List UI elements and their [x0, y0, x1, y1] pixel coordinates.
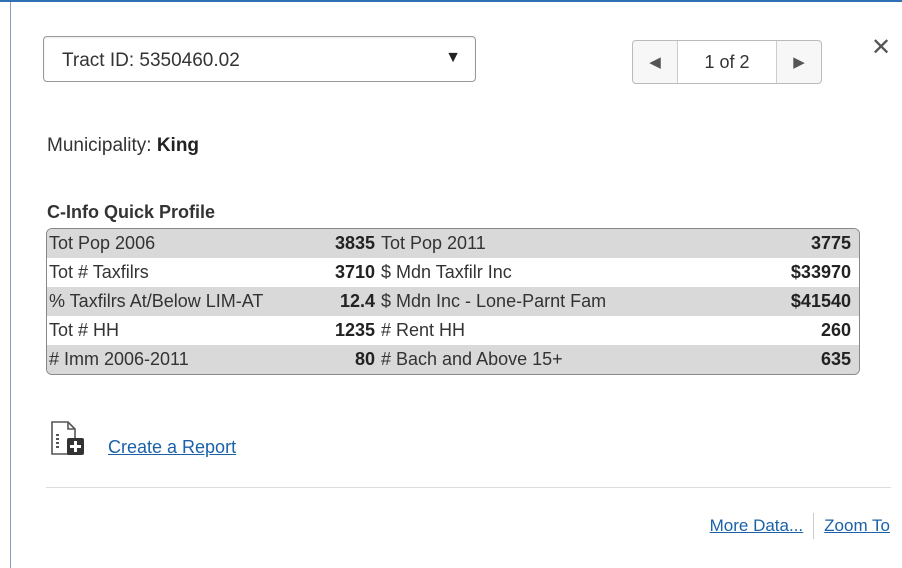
stat-value: 260 [820, 320, 851, 340]
previous-feature-button[interactable]: ◀ [633, 41, 677, 83]
more-data-link[interactable]: More Data... [710, 516, 804, 536]
stat-value: 635 [820, 349, 851, 369]
feature-count: 1 of 2 [677, 41, 777, 83]
create-report: Create a Report [48, 420, 236, 460]
table-row: % Taxfilrs At/Below LIM-AT 12.4 $ Mdn In… [47, 287, 859, 316]
pager: ◀ 1 of 2 ▶ [632, 40, 822, 84]
stat-label: $ Mdn Inc - Lone-Parnt Fam [381, 291, 607, 311]
dropdown-arrow-icon: ▼ [445, 49, 461, 66]
quick-profile-table: Tot Pop 2006 3835 Tot Pop 2011 3775 Tot … [46, 228, 860, 375]
table-row: Tot # Taxfilrs 3710 $ Mdn Taxfilr Inc $3… [47, 258, 859, 287]
stat-label: # Imm 2006-2011 [49, 349, 189, 369]
stat-value: 3710 [334, 262, 375, 282]
zoom-to-link[interactable]: Zoom To [824, 516, 890, 536]
stat-label: Tot # Taxfilrs [49, 262, 149, 282]
top-border [0, 0, 902, 2]
stat-label: Tot Pop 2011 [381, 233, 486, 253]
triangle-right-icon: ▶ [793, 54, 805, 71]
separator [813, 513, 815, 539]
table-row: Tot # HH 1235 # Rent HH 260 [47, 316, 859, 345]
stat-value: 3775 [810, 233, 851, 253]
municipality: Municipality: King [47, 135, 199, 157]
left-border [10, 2, 11, 568]
triangle-left-icon: ◀ [649, 54, 661, 71]
next-feature-button[interactable]: ▶ [777, 41, 821, 83]
stat-label: Tot Pop 2006 [49, 233, 156, 253]
stat-label: # Bach and Above 15+ [381, 349, 563, 369]
add-document-icon[interactable] [48, 420, 98, 460]
table-row: Tot Pop 2006 3835 Tot Pop 2011 3775 [47, 229, 859, 258]
stat-value: 3835 [334, 233, 375, 253]
municipality-label: Municipality: [47, 135, 152, 156]
stat-value: $41540 [790, 291, 851, 311]
create-report-link[interactable]: Create a Report [108, 437, 236, 458]
tract-id-select-value: Tract ID: 5350460.02 [62, 50, 240, 71]
divider [46, 487, 891, 488]
tract-id-select[interactable]: Tract ID: 5350460.02 ▼ [43, 36, 476, 82]
profile-title: C-Info Quick Profile [47, 202, 216, 222]
stat-value: 12.4 [339, 291, 375, 311]
table-row: # Imm 2006-2011 80 # Bach and Above 15+ … [47, 345, 859, 374]
stat-value: 80 [354, 349, 375, 369]
stat-label: $ Mdn Taxfilr Inc [381, 262, 512, 282]
stat-value: $33970 [790, 262, 851, 282]
stat-label: % Taxfilrs At/Below LIM-AT [49, 291, 264, 311]
close-icon[interactable]: ✕ [871, 33, 891, 62]
stat-value: 1235 [334, 320, 375, 340]
footer-links: More Data... Zoom To [710, 513, 890, 539]
stat-label: # Rent HH [381, 320, 466, 340]
stat-label: Tot # HH [49, 320, 120, 340]
municipality-value: King [156, 135, 200, 156]
